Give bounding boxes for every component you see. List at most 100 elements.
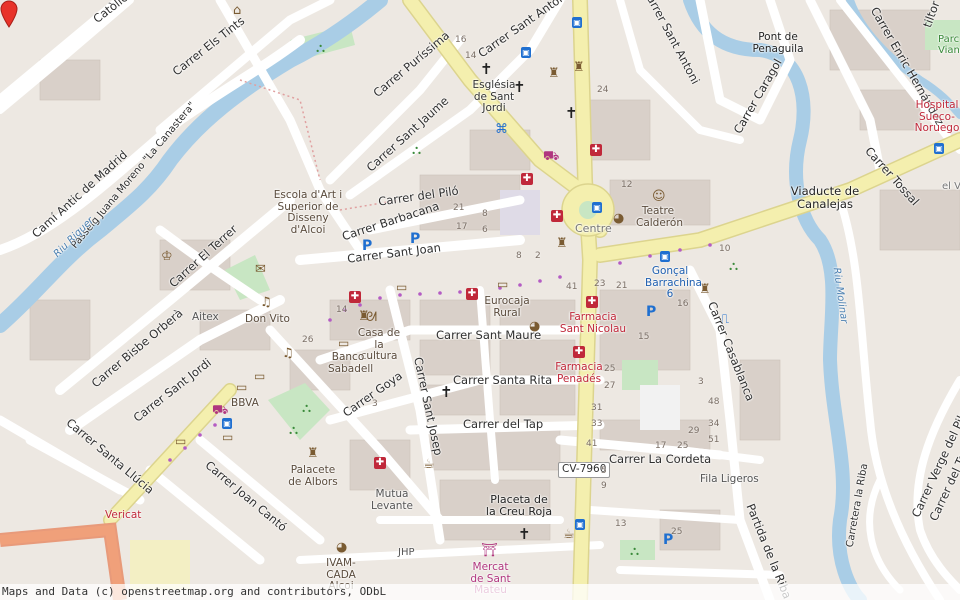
map-attribution[interactable]: Maps and Data (c) openstreetmap.org and … [0,584,960,600]
bank-icon[interactable]: ▭ [497,278,508,290]
shopping-cart-icon[interactable]: ⛟ [543,150,559,163]
playground-icon[interactable]: ⛬ [630,545,639,558]
bus-stop-icon[interactable]: ▣ [934,143,944,154]
house-number: 8 [516,251,522,261]
house-number: 5 [601,466,607,476]
house-number: 3 [372,399,378,409]
playground-icon[interactable]: ⛬ [729,260,738,273]
house-number: 29 [688,426,700,436]
bank-icon[interactable]: ▭ [254,370,265,382]
bank-icon[interactable]: ▭ [236,381,247,393]
house-number: 13 [615,519,627,529]
playground-icon[interactable]: ⛬ [316,42,325,55]
pharmacy-icon[interactable]: ✚ [521,173,533,185]
bus-stop-icon[interactable]: ▣ [660,251,670,262]
church-icon[interactable]: ✝ [518,527,531,542]
pharmacy-icon[interactable]: ✚ [573,346,585,358]
house-number: 25 [677,441,689,451]
place-label: JHP [398,547,415,558]
street-label: Carrer Santa Rita [453,373,553,387]
music-icon[interactable]: ♫ [260,296,272,309]
house-number: 14 [465,51,477,61]
bus-stop-icon[interactable]: ▣ [572,17,582,28]
place-label: Centre [575,222,612,235]
cafe-icon[interactable]: ☕ [423,458,435,471]
house-number: 27 [604,381,616,391]
house-number: 16 [677,299,689,309]
place-label: el V [942,181,960,192]
place-label: Eurocaja Rural [484,295,530,319]
monument-icon[interactable]: ♜ [307,447,319,460]
playground-icon[interactable]: ⛬ [289,424,298,437]
art-icon[interactable]: ◕ [613,212,624,225]
park-label: Parc Viana [938,34,960,56]
art-icon[interactable]: ◕ [336,541,347,554]
house-number: 31 [591,403,603,413]
bus-stop-icon[interactable]: ▣ [521,47,531,58]
music-icon[interactable]: ♫ [282,347,294,360]
people-icon[interactable]: ᘛ [366,311,377,324]
market-icon[interactable]: ⛩ [481,544,498,557]
parking-icon[interactable]: P [646,305,656,319]
pharmacy-icon[interactable]: ✚ [466,288,478,300]
street-label: Carrer Sant Maure [436,328,542,342]
location-pin-icon[interactable] [0,0,18,28]
house-number: 2 [535,251,541,261]
place-label: Teatre Calderón [636,205,683,229]
church-icon[interactable]: ✝ [480,62,493,77]
house-number: 17 [655,441,667,451]
pharmacy-icon[interactable]: ✚ [374,457,386,469]
shopping-cart-icon[interactable]: ⛟ [212,404,228,417]
house-number: 24 [597,85,609,95]
bus-stop-icon[interactable]: ▣ [222,418,232,429]
community-icon[interactable]: ♔ [161,250,173,263]
bicycle-icon[interactable]: ⌘ [495,123,508,136]
pharmacy-icon[interactable]: ✚ [586,296,598,308]
place-label: Banco Sabadell [328,351,374,375]
place-label: Viaducte de Canalejas [790,184,860,211]
playground-icon[interactable]: ⛬ [412,144,421,157]
house-number: 41 [586,439,598,449]
place-label: Hospital Sueco-Noruego [914,99,960,135]
monument-icon[interactable]: ♜ [556,237,568,250]
pharmacy-label: Farmacia Penadés [555,361,603,385]
church-icon[interactable]: ✝ [565,106,578,121]
bus-stop-icon[interactable]: ▣ [592,202,602,213]
place-label: Església de Sant Jordi [472,79,516,115]
bank-icon[interactable]: ▭ [222,431,233,443]
place-label: Placeta de la Creu Roja [485,493,553,519]
pharmacy-icon[interactable]: ✚ [551,210,563,222]
theatre-icon[interactable]: ☺ [652,190,666,203]
bank-icon[interactable]: ▭ [338,337,349,349]
pharmacy-icon[interactable]: ✚ [590,144,602,156]
house-number: 9 [601,481,607,491]
bank-icon[interactable]: ▭ [396,281,407,293]
place-label: Fila Ligeros [700,473,759,485]
church-icon[interactable]: ✝ [440,385,453,400]
place-label: BBVA [231,397,259,409]
playground-icon[interactable]: ⛬ [302,402,311,415]
house-number: 25 [604,364,616,374]
pharmacy-icon[interactable]: ✚ [349,291,361,303]
place-label: Escola d'Art i Superior de Disseny d'Alc… [273,189,343,236]
monument-icon[interactable]: ♜ [573,61,585,74]
bus-stop-icon[interactable]: ▣ [575,519,585,530]
pharmacy-label: Farmacia Sant Nicolau [559,311,627,335]
place-label: Palacete de Albors [288,464,338,488]
street-label: Carrer La Cordeta [609,452,712,466]
place-label: Mutua Levante [370,488,413,512]
house-number: 33 [591,419,603,429]
map-canvas[interactable]: ✝ ✝ ✝ ✝ ✝ ✚ ✚ ✚ ✚ ✚ ✚ ✚ ✚ ▣ ▣ ▣ ▣ ▣ ▣ ▣ … [0,0,960,600]
house-number: 21 [453,203,465,213]
bus-stop-label: Gonçal Barrachina 6 [645,265,702,301]
place-label: Vericat [105,509,142,521]
place-label: Don Vito [245,313,290,325]
bank-icon[interactable]: ▭ [175,435,186,447]
cafe-icon[interactable]: ☕ [563,528,575,541]
monument-icon[interactable]: ♜ [548,67,560,80]
house-number: 51 [708,435,720,445]
house-number: 41 [566,282,578,292]
street-label: Carrer del Tap [463,417,544,431]
envelope-icon[interactable]: ✉ [255,263,266,276]
house-number: 12 [621,180,633,190]
